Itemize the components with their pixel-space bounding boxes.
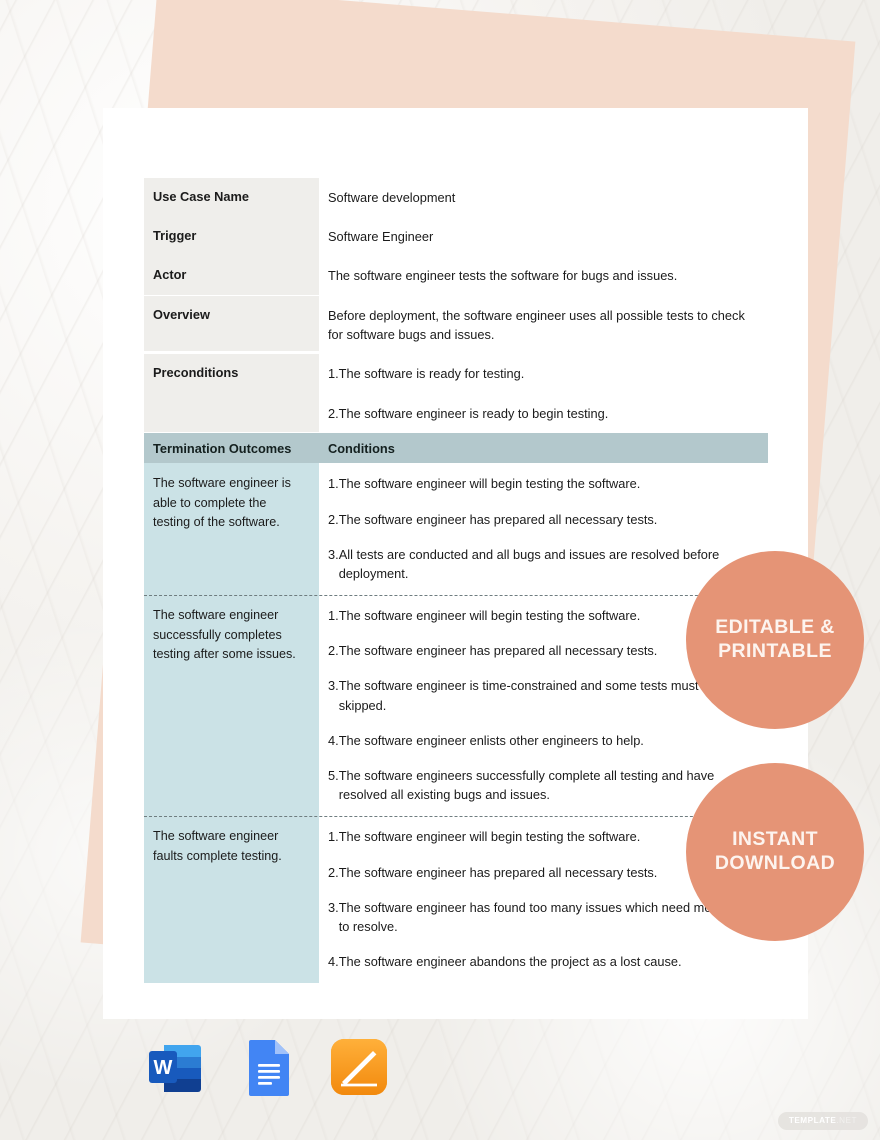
watermark-primary-text: TEMPLATE — [788, 1116, 837, 1125]
table-row: Actor The software engineer tests the so… — [144, 256, 768, 296]
row-label-trigger: Trigger — [144, 217, 319, 256]
row-label-overview: Overview — [144, 295, 319, 351]
condition-number: 4. — [328, 732, 339, 748]
list-item: 5. The software engineers successfully c… — [328, 766, 764, 804]
condition-text: The software engineer enlists other engi… — [338, 732, 644, 748]
google-docs-icon[interactable] — [236, 1036, 298, 1098]
conditions-list: 1. The software engineer will begin test… — [319, 463, 768, 596]
condition-number: 2. — [328, 643, 339, 659]
row-value-overview: Before deployment, the software engineer… — [319, 295, 768, 354]
table-row: Overview Before deployment, the software… — [144, 295, 768, 354]
row-label-use-case-name: Use Case Name — [144, 178, 319, 217]
precondition-item: 1.The software is ready for testing. — [328, 365, 525, 381]
promo-line-2: PRINTABLE — [718, 640, 832, 662]
file-format-icon-row: W — [144, 1036, 390, 1098]
promo-badge-editable-printable: EDITABLE & PRINTABLE — [686, 551, 864, 729]
outcome-text: The software engineer is able to complet… — [144, 463, 319, 596]
column-header-termination-outcomes: Termination Outcomes — [153, 440, 292, 456]
template-watermark: TEMPLATE.NET — [777, 1112, 868, 1130]
condition-text: The software engineers successfully comp… — [338, 768, 715, 803]
list-item: 3. The software engineer has found too m… — [328, 898, 764, 936]
use-case-info-block: Use Case Name Software development Trigg… — [144, 178, 768, 434]
condition-text: The software engineer has found too many… — [338, 899, 751, 934]
outcomes-header-row: Termination Outcomes Conditions — [144, 433, 768, 464]
microsoft-word-icon[interactable]: W — [144, 1036, 206, 1098]
condition-number: 3. — [328, 546, 339, 562]
outcome-text: The software engineer successfully compl… — [144, 595, 319, 817]
condition-number: 3. — [328, 899, 339, 915]
apple-pages-icon[interactable] — [328, 1036, 390, 1098]
promo-line-1: INSTANT — [732, 828, 818, 851]
outcome-text: The software engineer faults complete te… — [144, 816, 319, 984]
table-row: The software engineer faults complete te… — [144, 816, 768, 984]
condition-number: 1. — [328, 476, 339, 492]
list-item: 4. The software engineer enlists other e… — [328, 731, 764, 750]
list-item: 3. All tests are conducted and all bugs … — [328, 545, 764, 583]
condition-text: All tests are conducted and all bugs and… — [338, 546, 720, 581]
row-value-trigger: Software Engineer — [319, 217, 768, 257]
condition-number: 2. — [328, 864, 339, 880]
table-row: Preconditions 1.The software is ready fo… — [144, 353, 768, 434]
list-item: 2. The software engineer has prepared al… — [328, 510, 764, 529]
condition-number: 2. — [328, 511, 339, 527]
row-value-use-case-name: Software development — [319, 178, 768, 218]
watermark-secondary-text: .NET — [836, 1116, 857, 1125]
row-label-actor: Actor — [144, 256, 319, 295]
precondition-item: 2.The software engineer is ready to begi… — [328, 406, 609, 422]
use-case-table: Use Case Name Software development Trigg… — [144, 178, 768, 984]
condition-number: 3. — [328, 678, 339, 694]
promo-line-2: DOWNLOAD — [714, 852, 836, 874]
table-row: Use Case Name Software development — [144, 178, 768, 218]
condition-text: The software engineer has prepared all n… — [338, 511, 658, 527]
table-row: The software engineer is able to complet… — [144, 463, 768, 596]
list-item: 1. The software engineer will begin test… — [328, 474, 764, 493]
svg-text:W: W — [154, 1057, 173, 1079]
list-item: 4. The software engineer abandons the pr… — [328, 952, 764, 971]
condition-number: 1. — [328, 608, 339, 624]
promo-line-1: EDITABLE & — [715, 616, 835, 639]
condition-text: The software engineer abandons the proje… — [338, 954, 682, 970]
column-header-conditions: Conditions — [328, 440, 395, 456]
condition-number: 4. — [328, 954, 339, 970]
row-value-preconditions: 1.The software is ready for testing. 2.T… — [319, 353, 768, 434]
table-row: The software engineer successfully compl… — [144, 595, 768, 817]
condition-number: 5. — [328, 768, 339, 783]
table-row: Trigger Software Engineer — [144, 217, 768, 257]
row-value-actor: The software engineer tests the software… — [319, 256, 768, 296]
condition-text: The software engineer will begin testing… — [338, 476, 641, 492]
promo-badge-instant-download: INSTANT DOWNLOAD — [686, 763, 864, 941]
condition-number: 1. — [328, 829, 339, 845]
row-label-preconditions: Preconditions — [144, 353, 319, 432]
